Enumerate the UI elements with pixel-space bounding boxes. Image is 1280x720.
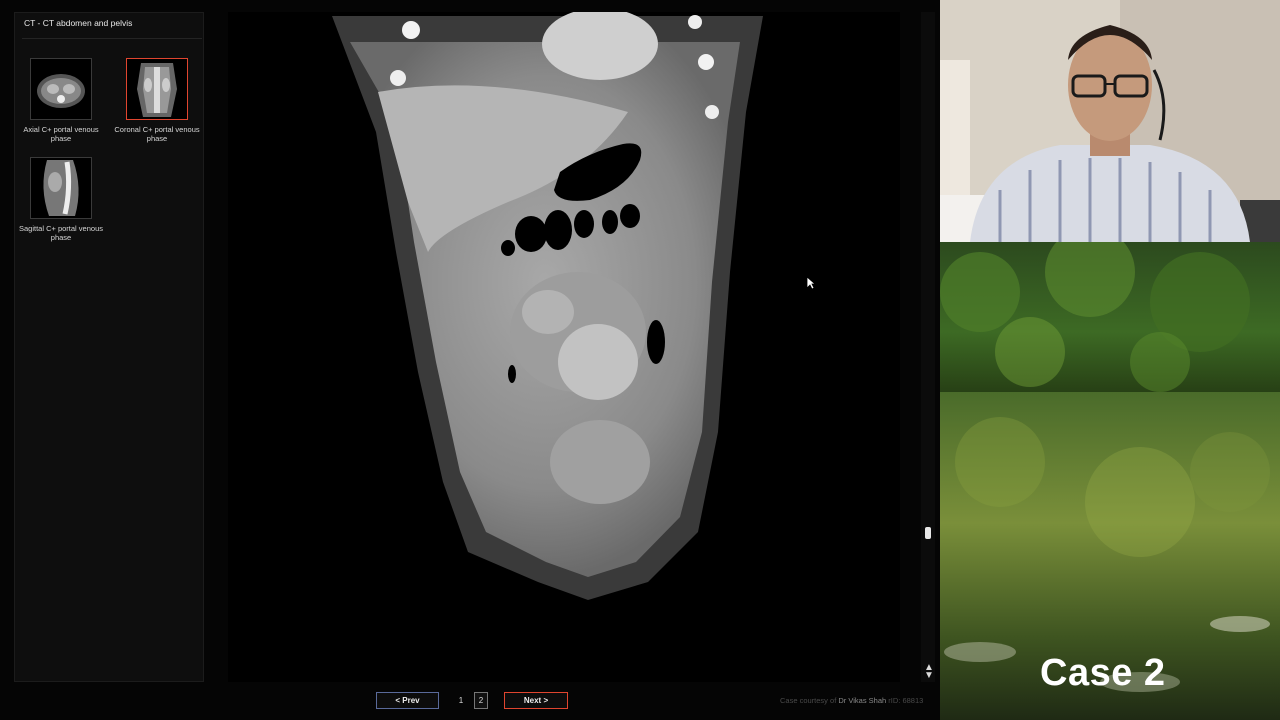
background-image bbox=[940, 242, 1280, 720]
scroll-thumb[interactable] bbox=[925, 527, 931, 539]
prev-button[interactable]: < Prev bbox=[376, 692, 439, 709]
study-title: CT - CT abdomen and pelvis bbox=[24, 18, 133, 28]
page-1-link[interactable]: 1 bbox=[454, 692, 468, 709]
case-courtesy: Case courtesy of Dr Vikas Shah rID: 6881… bbox=[780, 696, 923, 705]
series-thumb-coronal[interactable]: Coronal C+ portal venous phase bbox=[113, 58, 201, 143]
series-thumb-axial[interactable]: Axial C+ portal venous phase bbox=[17, 58, 105, 143]
scroll-arrows-icon[interactable]: ▲ ▼ bbox=[924, 663, 934, 681]
coronal-thumbnail-image bbox=[126, 58, 188, 120]
courtesy-author[interactable]: Dr Vikas Shah bbox=[838, 696, 886, 705]
series-caption: Axial C+ portal venous phase bbox=[23, 125, 99, 143]
courtesy-prefix: Case courtesy of bbox=[780, 696, 837, 705]
ct-coronal-image bbox=[228, 8, 900, 682]
series-caption: Sagittal C+ portal venous phase bbox=[18, 224, 103, 242]
axial-thumbnail-image bbox=[30, 58, 92, 120]
image-viewer[interactable] bbox=[228, 8, 900, 682]
next-button[interactable]: Next > bbox=[504, 692, 568, 709]
webcam-video bbox=[940, 0, 1280, 242]
sagittal-thumbnail-image bbox=[30, 157, 92, 219]
viewer-scrollbar[interactable]: ▲ ▼ bbox=[921, 12, 935, 682]
divider bbox=[22, 38, 202, 39]
series-thumb-sagittal[interactable]: Sagittal C+ portal venous phase bbox=[17, 157, 105, 242]
courtesy-rid: rID: 68813 bbox=[888, 696, 924, 705]
page-2-link[interactable]: 2 bbox=[474, 692, 488, 709]
case-label: Case 2 bbox=[1040, 652, 1166, 694]
series-caption: Coronal C+ portal venous phase bbox=[114, 125, 200, 143]
mouse-cursor bbox=[806, 276, 817, 295]
